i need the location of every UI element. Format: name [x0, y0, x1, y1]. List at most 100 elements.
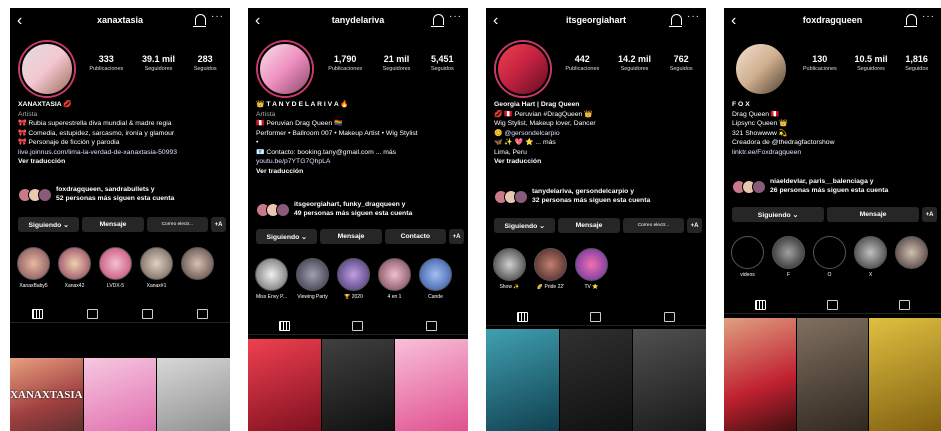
avatar[interactable]: [496, 42, 550, 96]
stat-followers[interactable]: 39.1 mil Seguidores: [142, 54, 175, 72]
stat-posts[interactable]: 130 Publicaciones: [803, 54, 837, 72]
stat-followers[interactable]: 21 mil Seguidores: [383, 54, 411, 72]
highlight[interactable]: O: [812, 236, 847, 278]
highlight[interactable]: [180, 247, 215, 289]
message-button[interactable]: Mensaje: [558, 218, 620, 233]
grid-icon[interactable]: [32, 309, 43, 319]
followed-by[interactable]: tanydelariva, gersondelcarpio y 32 person…: [494, 188, 702, 205]
grid-icon[interactable]: [754, 300, 766, 310]
avatar[interactable]: [734, 42, 788, 96]
reels-icon[interactable]: [352, 321, 364, 331]
highlight[interactable]: TV ⭐: [574, 248, 609, 290]
grid-icon[interactable]: [279, 321, 291, 331]
highlight[interactable]: Xanax42: [57, 247, 92, 289]
add-user-button[interactable]: +A: [686, 218, 702, 233]
add-user-button[interactable]: +A: [448, 229, 464, 244]
email-button[interactable]: Correo electr...: [146, 217, 208, 232]
highlight[interactable]: X: [853, 236, 888, 278]
following-button[interactable]: Siguiendo ⌄: [256, 229, 318, 244]
more-options-icon[interactable]: ···: [211, 11, 224, 22]
profile-stats: 130 Publicaciones 10.5 mil Seguidores 1,81…: [794, 54, 937, 72]
profile-tabs: [486, 309, 706, 326]
top-bar: ‹ tanydelariva ···: [248, 8, 468, 34]
post-thumbnail[interactable]: [869, 318, 941, 431]
reels-icon[interactable]: [826, 300, 838, 310]
reels-icon[interactable]: [590, 312, 602, 322]
following-button[interactable]: Siguiendo ⌄: [494, 218, 556, 233]
add-user-button[interactable]: +A: [210, 217, 226, 232]
tagged-icon[interactable]: [663, 312, 675, 322]
stat-posts[interactable]: 442 Publicaciones: [565, 54, 599, 72]
grid-icon[interactable]: [517, 312, 529, 322]
highlight[interactable]: videos: [730, 236, 765, 278]
highlight[interactable]: 🏆 2020: [336, 258, 371, 300]
more-options-icon[interactable]: ···: [922, 11, 935, 22]
bio-link[interactable]: live.joinnus.com/lima-la-verdad-de-xanax…: [18, 148, 226, 158]
avatar[interactable]: [20, 42, 74, 96]
highlight[interactable]: Show ✨: [492, 248, 527, 290]
bell-icon[interactable]: [431, 14, 444, 27]
post-thumbnail[interactable]: [486, 329, 559, 431]
post-thumbnail[interactable]: [83, 358, 157, 431]
stat-following[interactable]: 283 Seguidos: [194, 54, 217, 72]
stat-posts[interactable]: 1,790 Publicaciones: [328, 54, 362, 72]
message-button[interactable]: Mensaje: [320, 229, 382, 244]
highlight[interactable]: XanaxBaby5: [16, 247, 51, 289]
followed-by[interactable]: foxdragqueen, sandrabullets y 52 personas…: [18, 186, 226, 203]
bell-icon[interactable]: [669, 14, 682, 27]
stat-following[interactable]: 5,451 Seguidos: [431, 54, 454, 72]
highlight[interactable]: LVDX-5: [98, 247, 133, 289]
highlight[interactable]: Viewing Party: [295, 258, 330, 300]
post-thumbnail[interactable]: [395, 339, 468, 431]
highlight[interactable]: 🌈 Pride 22': [533, 248, 568, 290]
profile-actions: Siguiendo ⌄ Mensaje Correo electr... +A: [18, 217, 226, 232]
bio: XANAXTASIA 💋 Artista 🎀 Rubia superestrel…: [18, 100, 226, 167]
stat-posts[interactable]: 333 Publicaciones: [89, 54, 123, 72]
reels-icon[interactable]: [87, 309, 98, 319]
highlight[interactable]: Cande: [418, 258, 453, 300]
see-translation-link[interactable]: Ver traducción: [494, 157, 702, 167]
highlight[interactable]: F: [771, 236, 806, 278]
following-button[interactable]: Siguiendo ⌄: [18, 217, 80, 232]
post-thumbnail[interactable]: [321, 339, 395, 431]
stat-following[interactable]: 762 Seguidos: [670, 54, 693, 72]
stat-followers[interactable]: 10.5 mil Seguidores: [854, 54, 887, 72]
more-options-icon[interactable]: ···: [449, 11, 462, 22]
bell-icon[interactable]: [193, 14, 206, 27]
followed-by[interactable]: itsgeorgiahart, funky_dragqueen y 49 pers…: [256, 201, 464, 218]
post-thumbnail[interactable]: [796, 318, 869, 431]
email-button[interactable]: Correo electr...: [622, 218, 684, 233]
avatar[interactable]: [258, 42, 312, 96]
post-thumbnail[interactable]: XANAXTASIA: [10, 358, 83, 431]
tagged-icon[interactable]: [425, 321, 437, 331]
post-thumbnail[interactable]: [248, 339, 321, 431]
post-thumbnail[interactable]: [157, 358, 230, 431]
post-thumbnail[interactable]: [724, 318, 796, 431]
contact-button[interactable]: Contacto: [384, 229, 446, 244]
followed-by[interactable]: niaeldevlar, paris__balenciaga y 26 perso…: [732, 178, 937, 195]
message-button[interactable]: Mensaje: [82, 217, 144, 232]
tagged-icon[interactable]: [197, 309, 208, 319]
guides-icon[interactable]: [142, 309, 153, 319]
more-options-icon[interactable]: ···: [687, 11, 700, 22]
bell-icon[interactable]: [904, 14, 917, 27]
avatar: [752, 179, 766, 194]
highlight[interactable]: Xanax#1: [139, 247, 174, 289]
post-thumbnail[interactable]: [633, 329, 706, 431]
highlight[interactable]: [894, 236, 929, 278]
stat-followers[interactable]: 14.2 mil Seguidores: [618, 54, 651, 72]
stat-following[interactable]: 1,816 Seguidos: [905, 54, 928, 72]
see-translation-link[interactable]: Ver traducción: [18, 157, 226, 167]
category: Artista: [18, 110, 38, 118]
bio-mention[interactable]: 😊 @gersondelcarpio: [494, 129, 702, 139]
bio-link[interactable]: youtu.be/p7YTG7QhpLA: [256, 157, 464, 167]
post-thumbnail[interactable]: [559, 329, 633, 431]
following-button[interactable]: Siguiendo ⌄: [732, 207, 824, 222]
message-button[interactable]: Mensaje: [827, 207, 919, 222]
see-translation-link[interactable]: Ver traducción: [256, 167, 464, 177]
highlight[interactable]: 4 en 1: [377, 258, 412, 300]
add-user-button[interactable]: +A: [922, 207, 937, 222]
highlight[interactable]: Miss Envy P...: [254, 258, 289, 300]
bio-link[interactable]: linktr.ee/Foxdragqueen: [732, 148, 937, 158]
tagged-icon[interactable]: [899, 300, 911, 310]
